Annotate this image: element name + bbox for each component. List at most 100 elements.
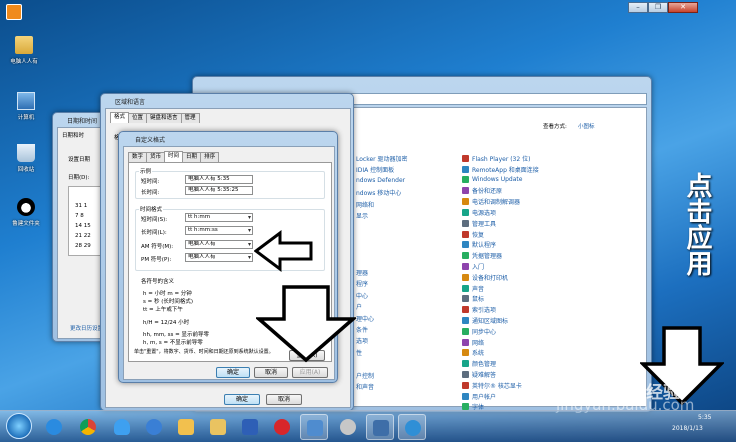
taskbar-red-app[interactable] bbox=[268, 414, 296, 440]
view-by-dropdown[interactable]: 小图标 bbox=[578, 122, 595, 130]
clock-date[interactable]: 2018/1/13 bbox=[672, 425, 703, 432]
tab-number[interactable]: 数字 bbox=[128, 152, 148, 162]
control-panel-item[interactable]: 通知区域图标 bbox=[462, 316, 508, 325]
taskbar-files[interactable] bbox=[204, 414, 232, 440]
control-panel-item[interactable]: Windows Update bbox=[462, 175, 522, 183]
desktop-icon-user[interactable]: 电脑人人有 bbox=[4, 36, 44, 65]
taskbar-media[interactable] bbox=[236, 414, 264, 440]
short-format-dropdown[interactable]: tt h:mm bbox=[185, 213, 253, 222]
taskbar-ie[interactable] bbox=[40, 414, 68, 440]
control-panel-item-icon bbox=[462, 209, 469, 216]
calendar-row: 7 8 bbox=[75, 213, 84, 219]
taskbar-app-s[interactable] bbox=[140, 414, 168, 440]
tab-location[interactable]: 位置 bbox=[128, 113, 148, 123]
control-panel-item[interactable]: 声音 bbox=[462, 284, 484, 293]
control-panel-item[interactable]: ndows 移动中心 bbox=[346, 188, 401, 197]
control-panel-item-icon bbox=[462, 327, 469, 335]
control-panel-item[interactable]: 鼠标 bbox=[462, 294, 484, 303]
control-panel-item[interactable]: 备份和还原 bbox=[462, 186, 502, 195]
control-panel-item-icon bbox=[462, 338, 469, 346]
taskbar-chrome[interactable] bbox=[74, 414, 102, 440]
clock-time[interactable]: 5:35 bbox=[698, 414, 711, 421]
control-panel-item-label: 电话和调制解调器 bbox=[472, 199, 521, 207]
control-panel-item[interactable]: 入门 bbox=[462, 262, 484, 271]
am-symbol-input[interactable]: 电脑人人有 bbox=[185, 240, 253, 249]
tab-date[interactable]: 日期 bbox=[182, 152, 202, 162]
tab-keyboards[interactable]: 键盘和语言 bbox=[146, 113, 182, 123]
control-panel-item[interactable]: 疑难解答 bbox=[462, 370, 496, 379]
taskbar-settings[interactable] bbox=[334, 414, 362, 440]
taskbar-region[interactable] bbox=[366, 414, 394, 440]
window-controls: – ❐ ✕ bbox=[628, 2, 698, 13]
short-time-sample: 电脑人人有 5:35 bbox=[185, 175, 253, 184]
start-button[interactable] bbox=[6, 413, 32, 439]
close-button[interactable]: ✕ bbox=[668, 2, 698, 13]
control-panel-item-icon bbox=[462, 381, 469, 389]
control-panel-item-label: 选项 bbox=[356, 338, 369, 346]
region-cancel-button[interactable]: 取消 bbox=[266, 394, 302, 405]
tab-currency[interactable]: 货币 bbox=[146, 152, 166, 162]
long-format-dropdown[interactable]: tt h:mm:ss bbox=[185, 226, 253, 235]
notation-line: h, m, s = 不显示前导零 bbox=[143, 340, 203, 346]
desktop-icon-panda[interactable]: 鲁建文件夹 bbox=[6, 198, 46, 227]
tab-admin[interactable]: 管理 bbox=[180, 113, 200, 123]
control-panel-item-icon bbox=[462, 198, 469, 206]
control-panel-item-label: 条件 bbox=[356, 327, 369, 334]
control-panel-item-label: 理中心 bbox=[356, 315, 375, 323]
short-format-label: 短时间(S): bbox=[141, 217, 168, 223]
minimize-button[interactable]: – bbox=[628, 2, 648, 13]
control-panel-item-label: 用户帐户 bbox=[472, 393, 497, 401]
app-icon[interactable] bbox=[6, 4, 22, 20]
apply-button[interactable]: 应用(A) bbox=[292, 367, 328, 378]
folder-icon bbox=[178, 419, 194, 435]
control-panel-item[interactable]: 凭据管理器 bbox=[462, 251, 502, 260]
control-panel-item[interactable]: ndows Defender bbox=[346, 176, 405, 184]
change-calendar-link[interactable]: 更改日历设置 bbox=[70, 324, 103, 332]
control-panel-item-label: 网络 bbox=[472, 339, 485, 347]
ok-button[interactable]: 确定 bbox=[216, 367, 250, 378]
tab-sort[interactable]: 排序 bbox=[200, 152, 220, 162]
control-panel-item[interactable]: 颜色管理 bbox=[462, 359, 496, 368]
taskbar-cloud[interactable] bbox=[108, 414, 136, 440]
desktop-icon-label: 鲁建文件夹 bbox=[12, 221, 40, 227]
long-time-sample: 电脑人人有 5:35:25 bbox=[185, 186, 253, 195]
media-player-icon bbox=[242, 419, 258, 435]
control-panel-item-label: Locker 驱动器加密 bbox=[356, 156, 408, 163]
pm-symbol-input[interactable]: 电脑人人有 bbox=[185, 253, 253, 262]
cancel-button[interactable]: 取消 bbox=[254, 367, 288, 378]
control-panel-item[interactable]: 默认程序 bbox=[462, 240, 496, 249]
control-panel-item[interactable]: 用户帐户 bbox=[462, 392, 496, 401]
control-panel-item[interactable]: Flash Player (32 位) bbox=[462, 154, 530, 163]
control-panel-item[interactable]: 网络 bbox=[462, 338, 484, 347]
control-panel-item-icon bbox=[462, 317, 469, 324]
region-ok-button[interactable]: 确定 bbox=[224, 394, 260, 405]
control-panel-item[interactable]: 索引选项 bbox=[462, 305, 496, 314]
taskbar-globe[interactable] bbox=[398, 414, 426, 440]
left-arrow-annotation bbox=[254, 230, 313, 272]
control-panel-item[interactable]: 电话和调制解调器 bbox=[462, 197, 520, 206]
desktop-icon-recycle-bin[interactable]: 回收站 bbox=[6, 144, 46, 173]
control-panel-item[interactable]: Locker 驱动器加密 bbox=[346, 154, 408, 163]
control-panel-item-icon bbox=[462, 392, 469, 400]
restore-button[interactable]: ❐ bbox=[648, 2, 668, 13]
taskbar-control-panel[interactable] bbox=[300, 414, 328, 440]
control-panel-item[interactable]: 恢复 bbox=[462, 230, 484, 239]
control-panel-item[interactable]: 管理工具 bbox=[462, 219, 496, 228]
control-panel-item[interactable]: 电源选项 bbox=[462, 208, 496, 217]
custom-format-tabs: 数字 货币 时间 日期 排序 bbox=[128, 151, 220, 162]
desktop-icon-computer[interactable]: 计算机 bbox=[6, 92, 46, 121]
long-time-label: 长时间: bbox=[141, 190, 160, 196]
control-panel-item[interactable]: 英特尔® 核芯显卡 bbox=[462, 381, 522, 390]
tab-datetime[interactable]: 日期和时 bbox=[62, 131, 84, 139]
control-panel-item[interactable]: RemoteApp 和桌面连接 bbox=[462, 165, 539, 174]
control-panel-item[interactable]: 设备和打印机 bbox=[462, 273, 508, 282]
tab-time[interactable]: 时间 bbox=[164, 151, 184, 162]
control-panel-item-label: 理器 bbox=[356, 270, 369, 277]
control-panel-item-icon bbox=[462, 360, 469, 368]
globe-icon bbox=[405, 420, 421, 436]
control-panel-item[interactable]: 系统 bbox=[462, 348, 484, 357]
control-panel-item[interactable]: 同步中心 bbox=[462, 327, 496, 336]
tab-formats[interactable]: 格式 bbox=[110, 112, 130, 123]
sogou-icon bbox=[146, 419, 162, 435]
taskbar-explorer[interactable] bbox=[172, 414, 200, 440]
